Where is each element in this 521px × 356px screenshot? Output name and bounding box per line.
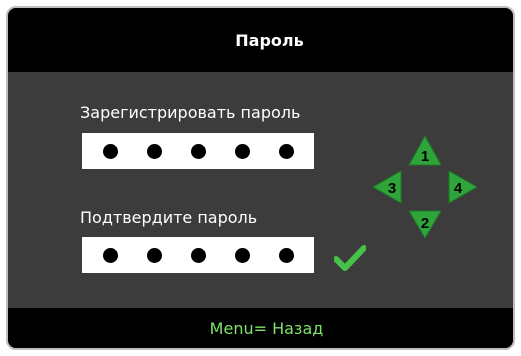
- dialog-footer: Menu= Назад: [8, 308, 513, 348]
- left-key-number: 3: [388, 180, 396, 197]
- dialog-title: Пароль: [235, 30, 304, 50]
- dialog-header: Пароль: [8, 8, 513, 72]
- password-mask-dot: [146, 143, 162, 159]
- password-mask-dot: [234, 247, 250, 263]
- confirm-password-label: Подтвердите пароль: [80, 208, 258, 227]
- left-arrow-key[interactable]: 3: [371, 170, 402, 204]
- direction-keypad: 1 2 3 4: [371, 134, 479, 239]
- password-mask-dot: [102, 247, 118, 263]
- checkmark-icon: [334, 245, 366, 271]
- up-key-number: 1: [421, 148, 429, 165]
- password-mask-dot: [278, 247, 294, 263]
- up-arrow-key[interactable]: 1: [408, 134, 442, 166]
- down-arrow-key[interactable]: 2: [408, 210, 442, 239]
- register-password-field[interactable]: [82, 133, 314, 169]
- password-mask-dot: [278, 143, 294, 159]
- password-mask-dot: [146, 247, 162, 263]
- confirm-password-field[interactable]: [82, 237, 314, 273]
- down-key-number: 2: [421, 215, 429, 232]
- password-mask-dot: [102, 143, 118, 159]
- register-password-label: Зарегистрировать пароль: [80, 103, 301, 122]
- password-mask-dot: [190, 247, 206, 263]
- password-mask-dot: [190, 143, 206, 159]
- back-hint: Menu= Назад: [209, 318, 324, 338]
- password-mask-dot: [234, 143, 250, 159]
- password-dialog: Пароль Зарегистрировать пароль Подтверди…: [6, 6, 515, 350]
- right-arrow-key[interactable]: 4: [448, 170, 479, 204]
- right-key-number: 4: [454, 180, 463, 197]
